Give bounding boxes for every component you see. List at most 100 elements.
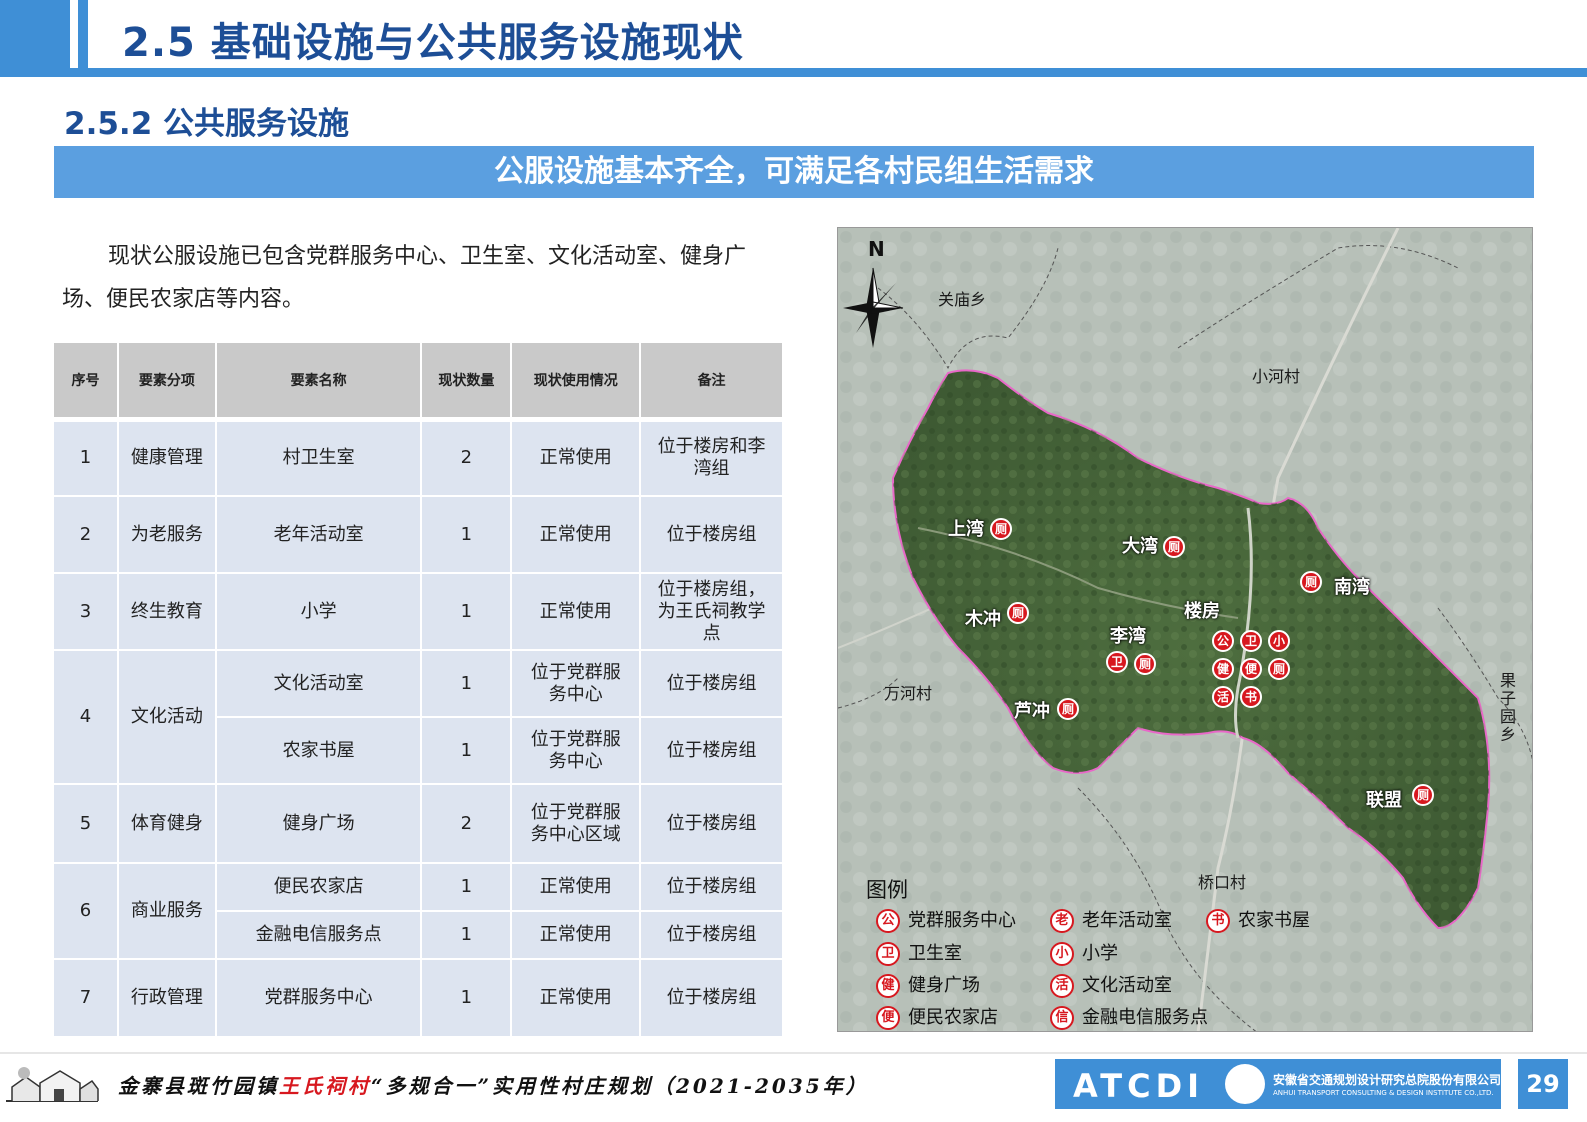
cell-category: 商业服务 [117,863,217,960]
cell-note: 位于楼房组 [640,911,784,960]
public-service-icon: 公 [1212,630,1234,652]
clinic-icon: 卫 [1106,651,1128,673]
cell-name: 健身广场 [215,784,423,864]
village-map: N 关庙乡 小河村 万河村 果子园乡 桥口村 上湾 大湾 南湾 木冲 楼房 李湾… [837,227,1533,1032]
toilet-icon: 厕 [990,518,1012,540]
activity-room-icon: 活 [1212,686,1234,708]
header-underline [0,68,1587,77]
cell-no: 3 [54,573,119,651]
cell-qty: 1 [421,959,513,1038]
footer-title-post: “多规合一”实用性村庄规划（2021-2035年） [371,1074,869,1098]
org-logo-bar: ATCDI 安徽省交通规划设计研究总院股份有限公司 ANHUI TRANSPOR… [1055,1059,1501,1109]
cell-status: 位于党群服务中心区域 [511,784,642,864]
cell-name: 便民农家店 [215,863,423,912]
table-row: 6 商业服务 便民农家店 1 正常使用 位于楼房组 [54,863,784,960]
village-loufang: 楼房 [1184,601,1220,622]
store-icon: 便 [876,1006,900,1030]
cell-no: 1 [54,419,119,497]
toilet-icon: 厕 [1412,784,1434,806]
legend-item: 便便民农家店 [876,1003,998,1030]
cell-category: 体育健身 [117,784,217,864]
org-emblem-icon [1225,1064,1265,1104]
legend-item: 信金融电信服务点 [1050,1003,1208,1030]
cell-qty: 1 [421,573,513,651]
cell-note: 位于楼房组 [640,717,784,785]
cell-no: 7 [54,959,119,1038]
cell-no: 4 [54,650,119,785]
cell-note: 位于楼房和李湾组 [640,419,784,497]
cell-category: 健康管理 [117,419,217,497]
village-muchong: 木冲 [965,609,1001,630]
header-note: 备注 [640,343,784,422]
cell-note: 位于楼房组 [640,959,784,1038]
legend-item: 老老年活动室 [1050,906,1172,933]
table-row: 1 健康管理 村卫生室 2 正常使用 位于楼房和李湾组 [54,419,784,497]
cell-qty: 2 [421,784,513,864]
header-category: 要素分项 [117,343,217,422]
cell-status: 正常使用 [511,863,642,912]
legend-item: 活文化活动室 [1050,971,1172,998]
table-row: 7 行政管理 党群服务中心 1 正常使用 位于楼房组 [54,959,784,1038]
table-header-row: 序号 要素分项 要素名称 现状数量 现状使用情况 备注 [54,343,784,422]
cell-status: 位于党群服务中心 [511,717,642,785]
legend-item: 小小学 [1050,939,1118,966]
cell-qty: 2 [421,419,513,497]
finance-telecom-icon: 信 [1050,1006,1074,1030]
toilet-icon: 厕 [1300,571,1322,593]
header-status: 现状使用情况 [511,343,642,422]
org-name-cn: 安徽省交通规划设计研究总院股份有限公司 [1273,1073,1502,1087]
cell-no: 5 [54,784,119,864]
cell-name: 老年活动室 [215,496,423,574]
cell-status: 正常使用 [511,573,642,651]
legend-label: 文化活动室 [1082,975,1172,996]
legend-label: 农家书屋 [1238,910,1310,931]
north-label: N [868,237,885,261]
cell-note: 位于楼房组，为王氏祠教学点 [640,573,784,651]
toilet-icon: 厕 [1134,653,1156,675]
header-no: 序号 [54,343,119,422]
toilet-icon: 厕 [1163,536,1185,558]
legend-label: 便民农家店 [908,1007,998,1028]
cell-qty: 1 [421,650,513,718]
atcdi-logo: ATCDI [1073,1067,1205,1105]
cell-name: 党群服务中心 [215,959,423,1038]
fitness-icon: 健 [1212,658,1234,680]
facility-table: 序号 要素分项 要素名称 现状数量 现状使用情况 备注 1 健康管理 村卫生室 … [54,343,784,1038]
legend-label: 卫生室 [908,943,962,964]
activity-room-icon: 活 [1050,974,1074,998]
cell-qty: 1 [421,863,513,912]
legend-item: 公党群服务中心 [876,906,1016,933]
header-name: 要素名称 [215,343,423,422]
cell-note: 位于楼房组 [640,863,784,912]
table-row: 2 为老服务 老年活动室 1 正常使用 位于楼房组 [54,496,784,574]
footer-title-village: 王氏祠村 [279,1074,371,1098]
school-icon: 小 [1050,942,1074,966]
toilet-icon: 厕 [1057,698,1079,720]
cell-category: 为老服务 [117,496,217,574]
cell-qty: 1 [421,911,513,960]
legend-title: 图例 [866,878,908,902]
cell-note: 位于楼房组 [640,496,784,574]
village-liwan: 李湾 [1110,626,1146,647]
cell-status: 正常使用 [511,959,642,1038]
label-guanmiao: 关庙乡 [938,290,987,309]
cell-status: 正常使用 [511,911,642,960]
table-row: 4 文化活动 文化活动室 1 位于党群服务中心 位于楼房组 [54,650,784,785]
intro-paragraph: 现状公服设施已包含党群服务中心、卫生室、文化活动室、健身广场、便民农家店等内容。 [62,244,747,312]
section-title: 2.5.2 公共服务设施 [64,106,350,142]
legend-label: 党群服务中心 [908,910,1016,931]
legend-label: 金融电信服务点 [1082,1007,1208,1028]
cell-category: 终生教育 [117,573,217,651]
table-row: 3 终生教育 小学 1 正常使用 位于楼房组，为王氏祠教学点 [54,573,784,651]
cell-name: 金融电信服务点 [215,911,423,960]
book-room-icon: 书 [1206,909,1230,933]
cell-qty: 1 [421,717,513,785]
legend-item: 书农家书屋 [1206,906,1310,933]
legend-item: 卫卫生室 [876,939,962,966]
school-icon: 小 [1268,630,1290,652]
village-nanwan: 南湾 [1334,577,1370,598]
store-icon: 便 [1240,658,1262,680]
cell-name: 农家书屋 [215,717,423,785]
village-lianmeng: 联盟 [1366,790,1402,811]
cell-category: 文化活动 [117,650,217,785]
